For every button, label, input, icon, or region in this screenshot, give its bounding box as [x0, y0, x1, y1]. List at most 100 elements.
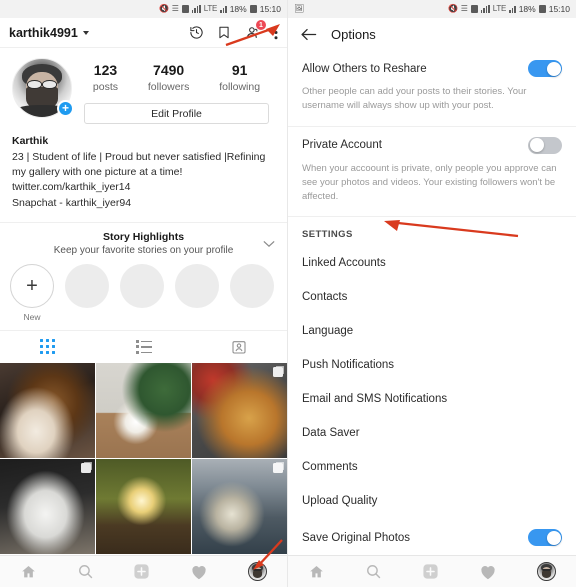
add-story-plus-icon[interactable]: +	[57, 100, 74, 117]
settings-item-save-original-photos[interactable]: Save Original Photos	[288, 518, 576, 557]
battery-icon	[538, 5, 546, 13]
clock: 15:10	[259, 3, 281, 14]
chevron-down-icon[interactable]	[263, 235, 275, 253]
tab-list[interactable]	[96, 331, 192, 363]
settings-item-comments[interactable]: Comments	[288, 450, 576, 484]
bio-link-twitter[interactable]: twitter.com/karthik_iyer14	[12, 180, 275, 196]
avatar[interactable]: +	[12, 58, 74, 118]
home-icon[interactable]	[20, 564, 37, 580]
profile-bio: Karthik 23 | Student of life | Proud but…	[0, 130, 287, 222]
settings-section-header: SETTINGS	[302, 229, 353, 241]
tab-tagged[interactable]	[191, 331, 287, 363]
profile-tabs	[0, 329, 287, 363]
battery-icon	[249, 5, 257, 13]
highlight-placeholder[interactable]	[120, 263, 164, 308]
add-post-icon[interactable]	[133, 563, 150, 580]
followers-label: followers	[147, 80, 190, 93]
lte-label-icon: LTE	[203, 4, 218, 13]
grid-item[interactable]	[192, 362, 287, 458]
left-panel-profile: 🔇 ☰ LTE 18% 15:10 karthik4991 1 + 123 po…	[0, 0, 288, 587]
signal-lte-icon	[191, 5, 201, 13]
options-list[interactable]: Allow Others to Reshare Other people can…	[288, 50, 576, 587]
stat-following[interactable]: 91 following	[219, 62, 260, 94]
stats-and-edit: 123 posts 7490 followers 91 following Ed…	[72, 58, 275, 125]
bio-link-snapchat: Snapchat - karthik_iyer94	[12, 197, 132, 210]
settings-item-email-sms-notifications[interactable]: Email and SMS Notifications	[288, 382, 576, 416]
highlight-placeholder[interactable]	[65, 263, 109, 308]
add-post-icon[interactable]	[422, 563, 439, 580]
settings-item-linked-accounts[interactable]: Linked Accounts	[288, 246, 576, 280]
heart-icon[interactable]	[190, 564, 208, 580]
bottom-nav-left	[0, 555, 287, 587]
battery-percent: 18%	[518, 3, 536, 14]
tab-grid[interactable]	[0, 331, 96, 363]
posts-label: posts	[92, 80, 119, 93]
stat-followers[interactable]: 7490 followers	[148, 62, 189, 94]
right-panel-options: 🖼 🔇 ☰ LTE 18% 15:10 Options Allow Others…	[288, 0, 576, 587]
setting-label: Save Original Photos	[302, 531, 411, 544]
discover-people-icon[interactable]: 1	[244, 19, 267, 40]
back-arrow-icon[interactable]	[300, 27, 317, 42]
save-original-photos-toggle[interactable]	[528, 529, 562, 547]
chevron-down-icon[interactable]	[82, 30, 89, 35]
setting-private-account[interactable]: Private Account	[288, 127, 576, 158]
search-icon[interactable]	[77, 563, 94, 580]
settings-item-push-notifications[interactable]: Push Notifications	[288, 348, 576, 382]
following-count: 91	[231, 62, 248, 78]
list-icon	[135, 339, 152, 354]
following-label: following	[219, 80, 261, 93]
profile-header-row: + 123 posts 7490 followers 91 following	[0, 48, 287, 130]
profile-avatar-icon[interactable]	[248, 562, 268, 581]
settings-item-language[interactable]: Language	[288, 314, 576, 348]
grid-item[interactable]	[0, 362, 95, 458]
grid-item[interactable]	[96, 459, 191, 554]
bottom-nav-right	[288, 555, 576, 587]
multi-photo-icon	[272, 366, 283, 377]
overflow-menu-icon[interactable]	[274, 25, 278, 40]
bookmark-icon[interactable]	[217, 25, 231, 40]
photo-grid	[0, 362, 287, 587]
history-icon[interactable]	[189, 25, 204, 40]
image-icon: 🖼	[294, 4, 304, 13]
settings-item-data-saver[interactable]: Data Saver	[288, 416, 576, 450]
search-icon[interactable]	[365, 563, 382, 580]
clock: 15:10	[548, 3, 570, 14]
setting-allow-reshare[interactable]: Allow Others to Reshare	[288, 50, 576, 81]
allow-reshare-toggle[interactable]	[528, 60, 562, 77]
grid-item[interactable]	[192, 459, 287, 554]
highlight-placeholder[interactable]	[230, 263, 274, 308]
highlight-placeholder[interactable]	[175, 263, 219, 308]
battery-percent: 18%	[229, 3, 247, 14]
username-label[interactable]: karthik4991	[9, 26, 78, 40]
topbar-actions: 1	[189, 19, 278, 40]
grid-icon	[40, 339, 56, 355]
signal-bars-icon	[509, 5, 516, 13]
sim-icon	[470, 5, 478, 13]
notification-badge: 1	[255, 19, 267, 31]
edit-profile-button[interactable]: Edit Profile	[84, 103, 269, 125]
vibrate-icon: ☰	[460, 4, 468, 13]
options-header: Options	[288, 18, 576, 50]
plus-icon: +	[10, 263, 54, 308]
grid-item[interactable]	[0, 459, 95, 554]
status-bar-left: 🔇 ☰ LTE 18% 15:10	[0, 0, 287, 18]
profile-avatar-icon[interactable]	[537, 562, 556, 581]
home-icon[interactable]	[308, 564, 325, 580]
settings-item-upload-quality[interactable]: Upload Quality	[288, 484, 576, 518]
lte-label-icon: LTE	[492, 4, 507, 13]
highlights-row: + New	[0, 256, 287, 326]
private-account-description: When your accoount is private, only peop…	[302, 162, 557, 203]
sim-icon	[181, 5, 189, 13]
highlight-new[interactable]: + New	[10, 263, 54, 322]
grid-item[interactable]	[96, 362, 191, 458]
stat-posts[interactable]: 123 posts	[93, 62, 118, 94]
settings-item-contacts[interactable]: Contacts	[288, 280, 576, 314]
followers-count: 7490	[153, 62, 185, 78]
profile-stats: 123 posts 7490 followers 91 following	[78, 58, 275, 94]
heart-icon[interactable]	[479, 564, 497, 580]
highlights-title: Story Highlights	[102, 230, 185, 243]
mute-icon: 🔇	[158, 4, 169, 13]
multi-photo-icon	[272, 463, 283, 474]
multi-photo-icon	[80, 463, 91, 474]
private-account-toggle[interactable]	[528, 136, 562, 154]
